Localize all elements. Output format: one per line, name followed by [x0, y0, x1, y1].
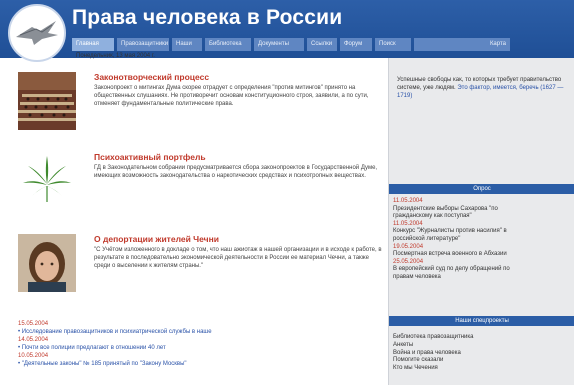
nav-map[interactable]: Карта [414, 38, 510, 51]
sidebar-news-list: 11.05.2004 Президентские выборы Сахарова… [393, 198, 571, 282]
parliament-photo[interactable] [18, 72, 76, 130]
nav-search[interactable]: Поиск [375, 38, 411, 51]
nav-forum[interactable]: Форум [340, 38, 372, 51]
sidebar-news-text[interactable]: Президентские выборы Сахарова "по [393, 206, 571, 214]
sidebar-news-text[interactable]: правам человека [393, 274, 571, 282]
sidebar-news-date: 11.05.2004 [393, 220, 423, 227]
sidebar-projects-header[interactable]: Наши спецпроекты [389, 316, 574, 326]
nav-defenders[interactable]: Правозащитники [117, 38, 169, 51]
nav-documents[interactable]: Документы [254, 38, 304, 51]
site-title: Права человека в России [72, 6, 343, 29]
sidebar-news-text[interactable]: Посмертная встреча военного в Абхазии [393, 251, 571, 259]
news-link[interactable]: • Почти все полиции предлагают в отношен… [18, 344, 378, 352]
portrait-photo[interactable] [18, 234, 76, 292]
main-nav: Главная Правозащитники Наши Библиотека Д… [72, 38, 574, 51]
bird-logo-icon [16, 21, 58, 45]
site-header: Права человека в России Главная Правозащ… [0, 0, 574, 62]
article-body: Законопроект о митингах Дума скорее отра… [94, 85, 369, 108]
sidebar-news-text[interactable]: В европейский суд по делу обращений по [393, 266, 571, 274]
projects-list: Библиотека правозащитника Анкеты Война и… [393, 334, 571, 373]
cannabis-leaf-icon[interactable] [18, 152, 76, 210]
project-item[interactable]: Кто мы Чечения [393, 365, 571, 373]
news-date: 15.05.2004 [18, 321, 49, 327]
news-date: 14.05.2004 [18, 337, 49, 343]
news-date: 10.05.2004 [18, 353, 49, 359]
news-list: 15.05.2004 • Исследование правозащитнико… [18, 320, 378, 368]
sidebar: Успешные свободы как, то которых требует… [388, 58, 574, 385]
sidebar-news-date: 11.05.2004 [393, 198, 423, 204]
article-deportation: О депортации жителей Чечни "С Учётом изл… [18, 234, 388, 304]
main-content: Законотворческий процесс Законопроект о … [0, 58, 388, 385]
article-title[interactable]: Законотворческий процесс [94, 72, 209, 82]
article-body: "С Учётом изложенного в докладе о том, ч… [94, 247, 382, 270]
sidebar-news-date: 19.05.2004 [393, 243, 424, 250]
project-item[interactable]: Анкеты [393, 342, 571, 350]
quote-block: Успешные свободы как, то которых требует… [397, 76, 569, 101]
site-logo[interactable] [8, 4, 66, 62]
sidebar-news-text[interactable]: гражданскому как поступая" [393, 213, 571, 221]
project-item[interactable]: Война и права человека [393, 350, 571, 358]
news-link[interactable]: • "Деятельные законы" № 185 принятый по … [18, 360, 378, 368]
project-item[interactable]: Библиотека правозащитника [393, 334, 571, 342]
sidebar-news-text[interactable]: российской литературе" [393, 236, 571, 244]
article-legislation: Законотворческий процесс Законопроект о … [18, 72, 388, 142]
article-title[interactable]: Психоактивный портфель [94, 152, 206, 162]
article-psychoactive: Психоактивный портфель ГД в Законодатель… [18, 152, 388, 222]
sidebar-news-header[interactable]: Опрос [389, 184, 574, 194]
nav-links[interactable]: Ссылки [307, 38, 337, 51]
article-title[interactable]: О депортации жителей Чечни [94, 234, 219, 244]
nav-home[interactable]: Главная [72, 38, 114, 51]
nav-library[interactable]: Библиотека [205, 38, 251, 51]
sidebar-news-text[interactable]: Конкурс "Журналисты против насилия" в [393, 228, 571, 236]
news-link[interactable]: • Исследование правозащитников и психиат… [18, 328, 378, 336]
nav-ours[interactable]: Наши [172, 38, 202, 51]
article-body: ГД в Законодательном собрании предусматр… [94, 165, 378, 180]
project-item[interactable]: Помогите сказали [393, 357, 571, 365]
